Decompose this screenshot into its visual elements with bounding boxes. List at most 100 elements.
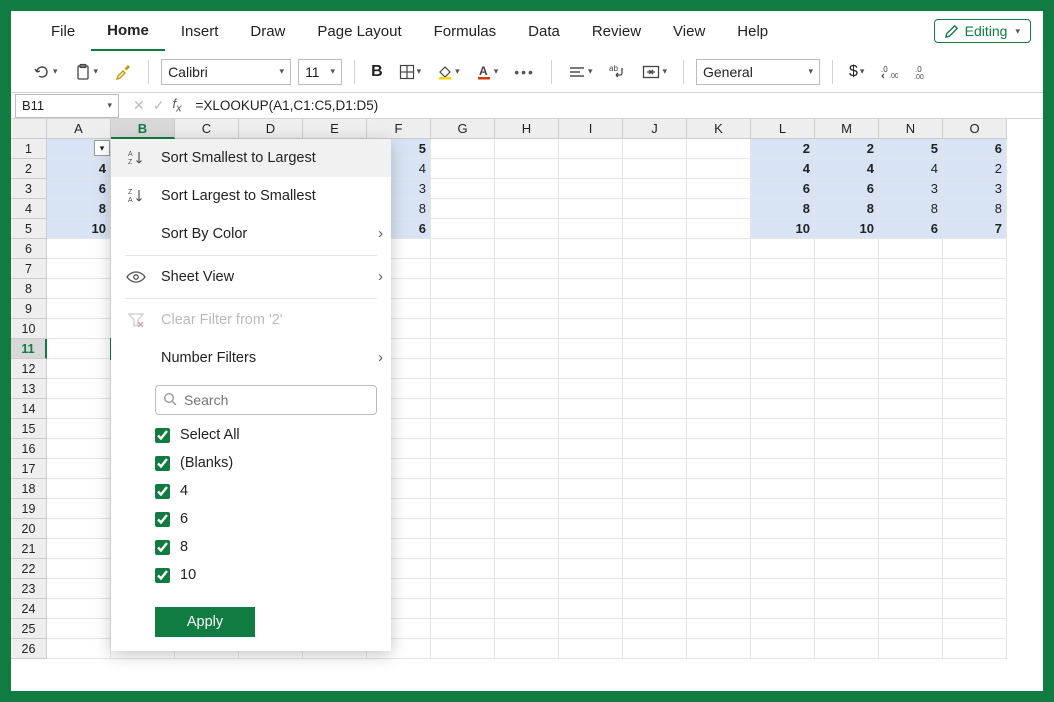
cell-I11[interactable] [559, 339, 623, 359]
row-header-10[interactable]: 10 [11, 319, 47, 339]
column-header-N[interactable]: N [879, 119, 943, 139]
cell-H16[interactable] [495, 439, 559, 459]
cell-O1[interactable]: 6 [943, 139, 1007, 159]
cell-K18[interactable] [687, 479, 751, 499]
filter-check-select-all[interactable]: Select All [155, 421, 377, 449]
row-header-17[interactable]: 17 [11, 459, 47, 479]
cell-J22[interactable] [623, 559, 687, 579]
row-header-25[interactable]: 25 [11, 619, 47, 639]
cell-L21[interactable] [751, 539, 815, 559]
cell-K9[interactable] [687, 299, 751, 319]
merge-button[interactable]: ▾ [638, 58, 671, 86]
cell-K16[interactable] [687, 439, 751, 459]
cell-I4[interactable] [559, 199, 623, 219]
cell-G25[interactable] [431, 619, 495, 639]
checkbox[interactable] [155, 456, 170, 471]
row-header-15[interactable]: 15 [11, 419, 47, 439]
cell-M20[interactable] [815, 519, 879, 539]
column-header-M[interactable]: M [815, 119, 879, 139]
cell-I20[interactable] [559, 519, 623, 539]
cell-O18[interactable] [943, 479, 1007, 499]
filter-arrow-a1[interactable]: ▾ [94, 140, 110, 156]
cell-J4[interactable] [623, 199, 687, 219]
cell-M18[interactable] [815, 479, 879, 499]
row-header-7[interactable]: 7 [11, 259, 47, 279]
cell-M8[interactable] [815, 279, 879, 299]
cell-L6[interactable] [751, 239, 815, 259]
tab-file[interactable]: File [35, 11, 91, 51]
tab-insert[interactable]: Insert [165, 11, 235, 51]
cell-K11[interactable] [687, 339, 751, 359]
cell-N2[interactable]: 4 [879, 159, 943, 179]
cell-K12[interactable] [687, 359, 751, 379]
cell-M4[interactable]: 8 [815, 199, 879, 219]
cell-A23[interactable] [47, 579, 111, 599]
checkbox[interactable] [155, 568, 170, 583]
cell-M22[interactable] [815, 559, 879, 579]
cell-H26[interactable] [495, 639, 559, 659]
cell-N22[interactable] [879, 559, 943, 579]
cell-A6[interactable] [47, 239, 111, 259]
sort-asc-item[interactable]: AZ Sort Smallest to Largest [111, 139, 391, 177]
cell-I18[interactable] [559, 479, 623, 499]
row-header-19[interactable]: 19 [11, 499, 47, 519]
cell-A22[interactable] [47, 559, 111, 579]
cell-J15[interactable] [623, 419, 687, 439]
cell-I2[interactable] [559, 159, 623, 179]
row-header-22[interactable]: 22 [11, 559, 47, 579]
cell-H21[interactable] [495, 539, 559, 559]
cell-G4[interactable] [431, 199, 495, 219]
cell-K13[interactable] [687, 379, 751, 399]
cell-N6[interactable] [879, 239, 943, 259]
cell-M26[interactable] [815, 639, 879, 659]
cell-N8[interactable] [879, 279, 943, 299]
cell-J20[interactable] [623, 519, 687, 539]
row-header-21[interactable]: 21 [11, 539, 47, 559]
cell-M19[interactable] [815, 499, 879, 519]
number-filters-item[interactable]: Number Filters › [111, 339, 391, 377]
borders-button[interactable]: ▾ [395, 58, 426, 86]
undo-button[interactable]: ▾ [29, 58, 62, 86]
row-header-23[interactable]: 23 [11, 579, 47, 599]
cell-I3[interactable] [559, 179, 623, 199]
cell-G10[interactable] [431, 319, 495, 339]
number-format-select[interactable]: General ▾ [696, 59, 820, 85]
cell-K6[interactable] [687, 239, 751, 259]
column-header-H[interactable]: H [495, 119, 559, 139]
cell-J9[interactable] [623, 299, 687, 319]
row-header-18[interactable]: 18 [11, 479, 47, 499]
cell-A16[interactable] [47, 439, 111, 459]
cell-I6[interactable] [559, 239, 623, 259]
row-header-16[interactable]: 16 [11, 439, 47, 459]
tab-draw[interactable]: Draw [234, 11, 301, 51]
cell-G9[interactable] [431, 299, 495, 319]
cell-K22[interactable] [687, 559, 751, 579]
cell-J5[interactable] [623, 219, 687, 239]
cell-G17[interactable] [431, 459, 495, 479]
cell-I23[interactable] [559, 579, 623, 599]
cell-A13[interactable] [47, 379, 111, 399]
cell-A26[interactable] [47, 639, 111, 659]
cell-O24[interactable] [943, 599, 1007, 619]
cell-L23[interactable] [751, 579, 815, 599]
filter-check-4[interactable]: 4 [155, 477, 377, 505]
tab-data[interactable]: Data [512, 11, 576, 51]
tab-view[interactable]: View [657, 11, 721, 51]
cell-H10[interactable] [495, 319, 559, 339]
cell-N23[interactable] [879, 579, 943, 599]
cell-I12[interactable] [559, 359, 623, 379]
cell-G24[interactable] [431, 599, 495, 619]
cell-H14[interactable] [495, 399, 559, 419]
cell-I22[interactable] [559, 559, 623, 579]
filter-check-10[interactable]: 10 [155, 561, 377, 589]
cell-I21[interactable] [559, 539, 623, 559]
cell-G13[interactable] [431, 379, 495, 399]
more-button[interactable]: ••• [510, 58, 539, 86]
row-header-26[interactable]: 26 [11, 639, 47, 659]
cell-L26[interactable] [751, 639, 815, 659]
column-header-B[interactable]: B [111, 119, 175, 139]
cell-H24[interactable] [495, 599, 559, 619]
column-header-A[interactable]: A [47, 119, 111, 139]
cell-G20[interactable] [431, 519, 495, 539]
cell-M2[interactable]: 4 [815, 159, 879, 179]
